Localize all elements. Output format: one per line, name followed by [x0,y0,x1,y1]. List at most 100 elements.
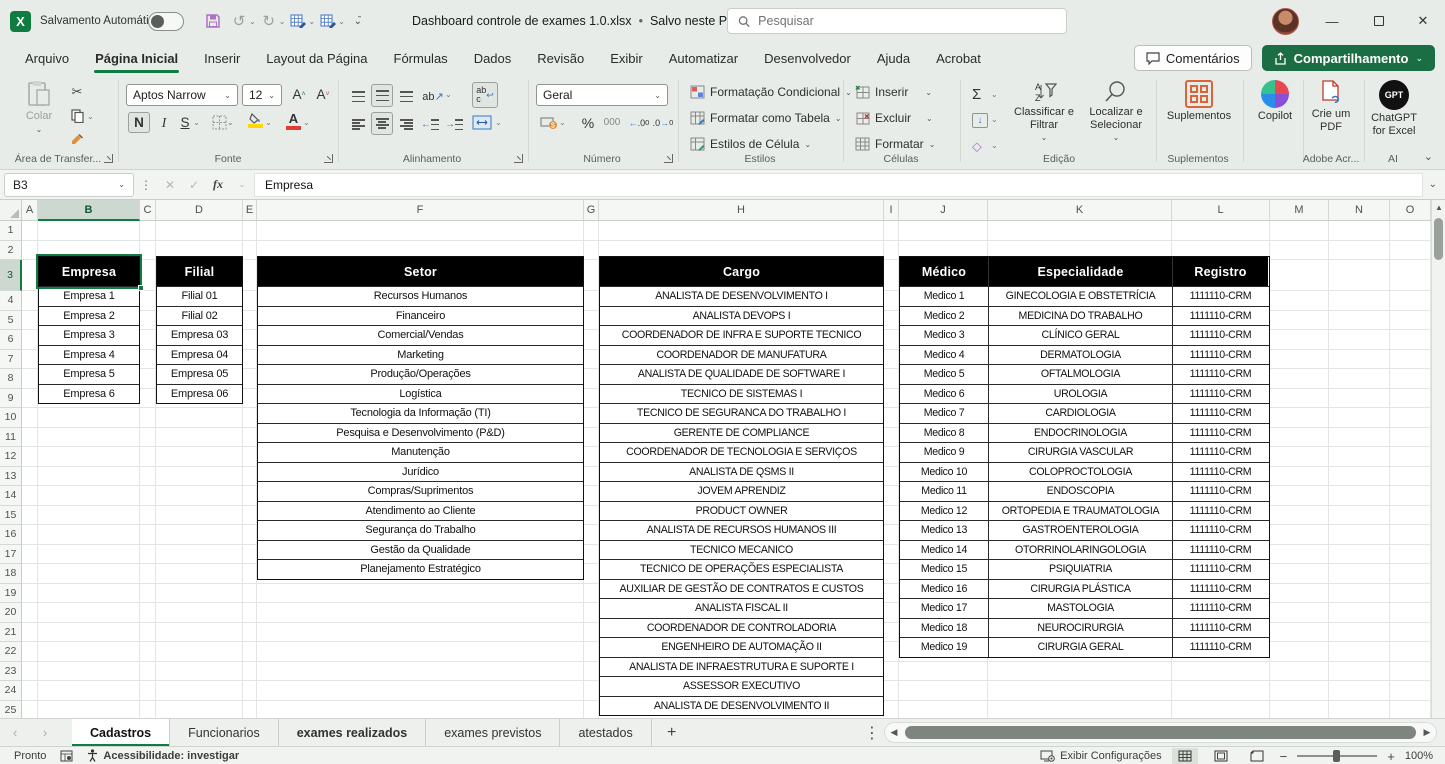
medico-cell[interactable]: Medico 3 [900,326,988,345]
registro-cell[interactable]: 1111110-CRM [1172,482,1268,501]
merge-center-icon[interactable] [472,112,492,133]
sheet-tab-exames-realizados[interactable]: exames realizados [279,719,427,746]
column-header-K[interactable]: K [988,200,1172,221]
tab-formulas[interactable]: Fórmulas [381,45,461,72]
undo-chevron-icon[interactable]: ⌄ [249,17,256,26]
especialidade-cell[interactable]: ENDOSCOPIA [988,482,1172,501]
column-header-N[interactable]: N [1329,200,1390,221]
orientation-icon[interactable]: ab↗ [420,86,446,107]
column-header-B[interactable]: B [38,200,140,221]
cell-styles-button[interactable]: Estilos de Célula⌄ [690,137,811,151]
decrease-indent-icon[interactable]: ← [420,114,440,135]
copy-icon[interactable] [66,106,88,126]
merge-chevron-icon[interactable]: ⌄ [495,118,502,127]
table-row[interactable]: Medico 19CIRURGIA GERAL1111110-CRM [900,637,1269,657]
redo-chevron-icon[interactable]: ⌄ [279,17,286,26]
table-row[interactable]: TECNICO DE SISTEMAS I [600,384,883,404]
especialidade-cell[interactable]: NEUROCIRURGIA [988,619,1172,638]
minimize-button[interactable]: — [1310,0,1354,42]
especialidade-cell[interactable]: ENDOCRINOLOGIA [988,424,1172,443]
table-row[interactable]: ANALISTA DEVOPS I [600,306,883,326]
scroll-right-icon[interactable]: ▶ [1418,727,1436,738]
avatar[interactable] [1272,8,1299,35]
table-row[interactable]: Tecnologia da Informação (TI) [258,403,583,423]
close-button[interactable]: ✕ [1401,0,1445,42]
percent-style-icon[interactable]: % [578,112,598,133]
underline-chevron-icon[interactable]: ⌄ [193,118,200,127]
create-pdf-button[interactable]: Crie um PDF [1308,80,1354,133]
registro-cell[interactable]: 1111110-CRM [1172,580,1268,599]
increase-indent-icon[interactable]: → [444,114,464,135]
column-header-A[interactable]: A [22,200,38,221]
format-painter-icon[interactable] [66,130,88,150]
clear-chevron-icon[interactable]: ⌄ [991,141,998,150]
table-row[interactable]: TECNICO MECANICO [600,540,883,560]
table-row[interactable]: Empresa 04 [157,345,242,365]
table-row[interactable]: Comercial/Vendas [258,325,583,345]
fill-color-chevron-icon[interactable]: ⌄ [265,118,272,127]
row-header-17[interactable]: 17 [0,545,22,565]
normal-view-icon[interactable] [1172,748,1198,764]
registro-cell[interactable]: 1111110-CRM [1172,541,1268,560]
table-row[interactable]: Empresa 6 [39,384,139,404]
registro-cell[interactable]: 1111110-CRM [1172,638,1268,657]
align-bottom-icon[interactable] [396,86,416,107]
empresa-header[interactable]: Empresa [39,257,139,286]
copilot-button[interactable]: Copilot [1250,80,1300,123]
table-row[interactable]: COORDENADOR DE TECNOLOGIA E SERVIÇOS [600,442,883,462]
tab-arquivo[interactable]: Arquivo [12,45,82,72]
table-tool-chevron-icon[interactable]: ⌄ [308,17,315,26]
especialidade-cell[interactable]: CARDIOLOGIA [988,404,1172,423]
sort-filter-button[interactable]: AZ Classificar e Filtrar⌄ [1012,80,1076,142]
column-header-J[interactable]: J [899,200,988,221]
sheet-tab-cadastros[interactable]: Cadastros [72,719,170,746]
medico-cell[interactable]: Medico 10 [900,463,988,482]
medico-cell[interactable]: Medico 18 [900,619,988,638]
table-row[interactable]: ANALISTA DE QSMS II [600,462,883,482]
column-header-O[interactable]: O [1390,200,1431,221]
fx-chevron-icon[interactable]: ⌄ [230,180,254,189]
select-all-corner[interactable] [0,200,22,221]
especialidade-cell[interactable]: OFTALMOLOGIA [988,365,1172,384]
table-row[interactable]: Medico 14OTORRINOLARINGOLOGIA1111110-CRM [900,540,1269,560]
zoom-slider[interactable] [1297,755,1377,757]
borders-chevron-icon[interactable]: ⌄ [227,118,234,127]
medico-cell[interactable]: Medico 14 [900,541,988,560]
sheet-more-icon[interactable]: ⋮ [862,719,882,747]
conditional-formatting-button[interactable]: Formatação Condicional⌄ [690,85,852,99]
especialidade-cell[interactable]: PSIQUIATRIA [988,560,1172,579]
spreadsheet-grid[interactable]: ABCDEFGHIJKLMNO 123456789101112131415161… [0,200,1445,718]
medico-cell[interactable]: Medico 1 [900,287,988,306]
clipboard-dialog-launcher-icon[interactable] [104,154,113,163]
especialidade-cell[interactable]: CIRURGIA VASCULAR [988,443,1172,462]
horizontal-scroll-thumb[interactable] [905,726,1416,739]
table-row[interactable]: COORDENADOR DE MANUFATURA [600,345,883,365]
registro-cell[interactable]: 1111110-CRM [1172,424,1268,443]
row-header-24[interactable]: 24 [0,681,22,701]
registro-cell[interactable]: 1111110-CRM [1172,521,1268,540]
table-row[interactable]: Medico 16CIRURGIA PLÁSTICA1111110-CRM [900,579,1269,599]
zoom-level[interactable]: 100% [1405,750,1433,762]
table-row[interactable]: Medico 9CIRURGIA VASCULAR1111110-CRM [900,442,1269,462]
row-header-10[interactable]: 10 [0,408,22,428]
align-top-icon[interactable] [348,86,368,107]
medico-cell[interactable]: Medico 17 [900,599,988,618]
row-header-15[interactable]: 15 [0,506,22,526]
table-row[interactable]: Medico 7CARDIOLOGIA1111110-CRM [900,403,1269,423]
row-header-2[interactable]: 2 [0,241,22,261]
table-row[interactable]: Medico 12ORTOPEDIA E TRAUMATOLOGIA111111… [900,501,1269,521]
table-row[interactable]: ENGENHEIRO DE AUTOMAÇÃO II [600,637,883,657]
autosum-chevron-icon[interactable]: ⌄ [991,90,998,99]
delete-cells-button[interactable]: Excluir⌄ [855,111,933,125]
macro-record-icon[interactable] [60,750,73,762]
especialidade-cell[interactable]: MEDICINA DO TRABALHO [988,307,1172,326]
column-header-F[interactable]: F [257,200,584,221]
row-header-16[interactable]: 16 [0,525,22,545]
column-header-M[interactable]: M [1270,200,1329,221]
medico-cell[interactable]: Medico 12 [900,502,988,521]
vertical-scroll-thumb[interactable] [1434,218,1443,260]
especialidade-header[interactable]: Especialidade [988,257,1172,286]
table-row[interactable]: Medico 4DERMATOLOGIA1111110-CRM [900,345,1269,365]
number-format-select[interactable]: Geral⌄ [536,84,668,106]
insert-cells-button[interactable]: Inserir⌄ [855,85,932,99]
